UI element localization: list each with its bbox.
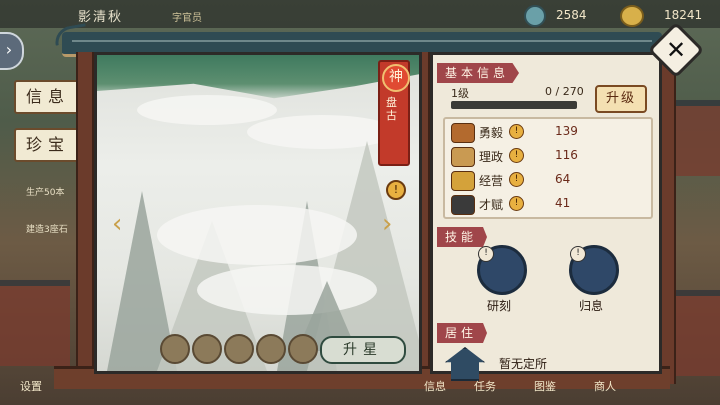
bottom-menu-label[interactable]: 信息 [424,378,446,394]
stat-info-icon[interactable]: ! [509,148,524,163]
stat-value: 139 [555,124,578,138]
pine-tree-art [97,55,419,99]
next-character-arrow[interactable]: › [382,211,396,237]
stat-row: 才赋 ! 41 [449,193,647,215]
star-slot [160,334,190,364]
player-role: 字官员 [172,13,202,24]
top-status-bar: 影清秋 字官员 2584 18241 [0,0,720,28]
sword-icon [451,123,475,143]
rank-banner: 神 盘古 ! [378,60,410,200]
previous-character-arrow[interactable]: ‹ [112,211,126,237]
task-label: 生产50本 [26,188,65,198]
background-building [670,290,720,376]
stat-label: 勇毅 [479,126,504,140]
coin-count: 2584 [556,8,587,22]
scroll-icon [451,147,475,167]
stat-info-icon[interactable]: ! [509,124,524,139]
exp-label: 0 / 270 [545,85,584,98]
star-slot [224,334,254,364]
upgrade-star-button[interactable]: 升星 [320,336,406,364]
abacus-icon [451,171,475,191]
stat-label: 经营 [479,174,504,188]
basic-info-header: 基本信息 [437,63,520,83]
skill-name: 研刻 [486,299,511,313]
skill-info-icon[interactable]: ! [478,246,494,262]
skill-name: 归息 [578,299,603,313]
level-label: 1级 [451,87,469,100]
star-slot [256,334,286,364]
background-building [0,280,70,366]
rank-name: 盘古 [386,96,397,122]
exp-bar [451,101,577,109]
stat-row: 理政 ! 116 [449,145,647,167]
bottom-menu-label[interactable]: 图鉴 [534,378,556,394]
house-icon [445,347,485,381]
stat-value: 64 [555,172,571,186]
star-slot [288,334,318,364]
residence-status: 暂无定所 [499,357,548,371]
skill-rabbit-icon[interactable]: ! [477,245,527,295]
bottom-menu-label[interactable]: 任务 [474,378,496,394]
stat-label: 才赋 [479,198,504,212]
rank-info-button[interactable]: ! [386,180,406,200]
character-detail-window: ‹ › 神 盘古 ! 升星 基本信息 1级 0 / 270 升级 勇毅 ! 13… [20,26,676,393]
skill-info-icon[interactable]: ! [570,246,586,262]
info-panel: 基本信息 1级 0 / 270 升级 勇毅 ! 139 理政 ! 116 经营 … [430,52,662,381]
coin-icon [524,5,546,27]
stats-box: 勇毅 ! 139 理政 ! 116 经营 ! 64 才赋 ! 41 [443,117,653,219]
fan-icon [451,195,475,215]
close-icon: ✕ [665,36,687,64]
bottom-menu-label[interactable]: 商人 [594,378,616,394]
stat-info-icon[interactable]: ! [509,172,524,187]
rank-seal: 神 [382,64,410,92]
stat-row: 经营 ! 64 [449,169,647,191]
player-name: 影清秋 [78,10,124,25]
left-pillar [76,52,94,384]
skill-bird-icon[interactable]: ! [569,245,619,295]
stat-label: 理政 [479,150,504,164]
level-up-button[interactable]: 升级 [595,85,647,113]
ingot-icon [620,5,644,27]
skills-header: 技能 [437,227,488,247]
stat-value: 116 [555,148,578,162]
stat-value: 41 [555,196,571,210]
stat-row: 勇毅 ! 139 [449,121,647,143]
ingot-count: 18241 [664,8,703,22]
portrait-panel [94,52,422,374]
star-slot [192,334,222,364]
residence-header: 居住 [437,323,488,343]
bottom-menu-label[interactable]: 设置 [20,378,42,394]
stat-info-icon[interactable]: ! [509,196,524,211]
